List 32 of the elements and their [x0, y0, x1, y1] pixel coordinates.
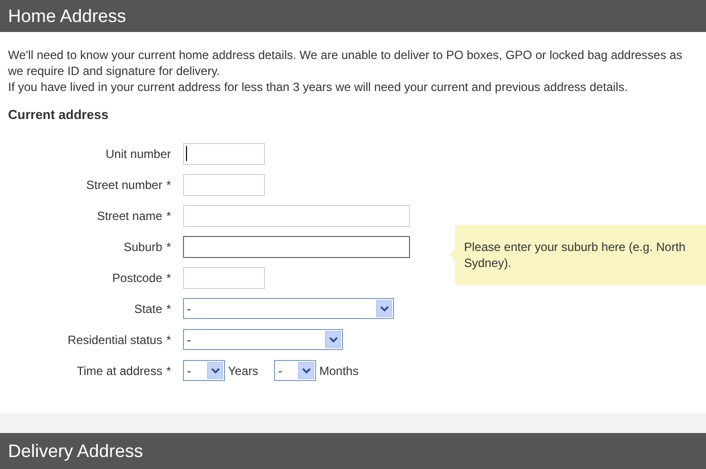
- chevron-down-icon: [328, 335, 338, 344]
- section-header: Delivery Address: [0, 433, 706, 469]
- field-label: Postcode: [112, 270, 162, 286]
- required-mark: *: [166, 238, 171, 256]
- field-label: Time at address: [76, 362, 162, 380]
- tooltip: Please enter your suburb here (e.g. North Sydney).: [455, 225, 706, 285]
- required-mark: *: [166, 332, 171, 348]
- field-label: Suburb: [124, 238, 162, 256]
- dropdown[interactable]: -: [183, 329, 343, 350]
- field-label: Residential status: [68, 332, 162, 348]
- text-field[interactable]: [183, 236, 410, 258]
- intro-text: We'll need to know your current home address details. We are unable to deliver to PO boxes, GPO or locked bag addresses as we require ID and signature for delivery.: [8, 47, 684, 79]
- field-label: Street name: [96, 208, 162, 224]
- required-mark: *: [166, 362, 171, 380]
- field-label: Street number: [86, 176, 162, 194]
- chevron-down-icon: [210, 366, 220, 375]
- field-label: Unit number: [106, 146, 171, 162]
- required-mark: *: [166, 270, 171, 286]
- required-mark: *: [166, 208, 171, 224]
- chevron-down-icon: [302, 366, 311, 375]
- dropdown[interactable]: -: [183, 298, 394, 319]
- intro-text: If you have lived in your current address for less than 3 years we will need your current and previous address details.: [8, 79, 629, 95]
- unit-label: Months: [319, 362, 359, 380]
- subsection-title: Current address: [7, 106, 110, 124]
- required-mark: *: [166, 176, 171, 194]
- chevron-down-icon: [380, 304, 388, 313]
- section-header: Home Address: [0, 0, 706, 32]
- field-label: State: [134, 300, 162, 318]
- required-mark: *: [166, 300, 171, 318]
- unit-label: Years: [228, 362, 258, 380]
- dropdown[interactable]: -: [183, 360, 225, 381]
- dropdown[interactable]: -: [274, 360, 316, 381]
